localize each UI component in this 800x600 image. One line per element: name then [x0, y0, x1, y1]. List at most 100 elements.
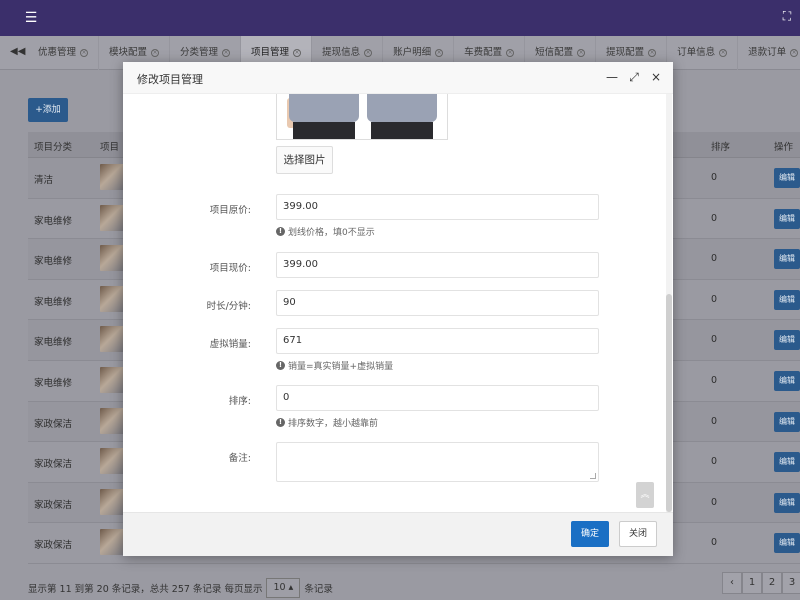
pagination-info-prefix: 显示第 11 到第 20 条记录，总共 257 条记录 每页显示 [28, 584, 263, 595]
virtual-sales-help: ! 销量=真实销量+虚拟销量 [276, 359, 393, 372]
tab-close-icon[interactable]: × [577, 49, 586, 57]
preview-person [287, 94, 359, 139]
edit-button[interactable]: 编辑 [774, 289, 800, 310]
pager-prev[interactable]: ‹ [722, 572, 742, 594]
pager-page-3[interactable]: 3 [782, 572, 800, 594]
modal-title: 修改项目管理 [137, 73, 203, 86]
row-category: 家政保洁 [34, 418, 73, 430]
row-category: 家电维修 [34, 215, 73, 227]
pager-page-2[interactable]: 2 [762, 572, 782, 594]
tab-label: 优惠管理 [38, 47, 77, 58]
column-header-project[interactable]: 项目 [100, 139, 119, 153]
tab-优惠管理[interactable]: 优惠管理 × [28, 36, 100, 70]
edit-button[interactable]: 编辑 [774, 411, 800, 432]
maximize-icon[interactable]: ⤢ [627, 70, 641, 84]
row-sort: 0 [711, 537, 718, 549]
row-category: 清洁 [34, 175, 54, 186]
tab-退款订单[interactable]: 退款订单 × [738, 36, 800, 70]
tab-close-icon[interactable]: × [719, 49, 728, 57]
row-category: 家政保洁 [34, 540, 73, 552]
resize-grip-icon[interactable] [590, 473, 596, 479]
column-header-sort[interactable]: 排序 [711, 139, 730, 153]
project-image-preview [276, 94, 448, 140]
top-navbar: ☰ ⛶ [0, 0, 800, 36]
minimize-icon[interactable]: — [605, 70, 619, 84]
choose-image-button[interactable]: 选择图片 [276, 146, 333, 174]
tab-订单信息[interactable]: 订单信息 × [667, 36, 739, 70]
row-thumbnail [100, 285, 124, 312]
pagination-info: 显示第 11 到第 20 条记录，总共 257 条记录 每页显示 10 ▴ 条记… [28, 578, 333, 598]
row-thumbnail [100, 529, 124, 556]
row-thumbnail [100, 488, 124, 515]
hamburger-icon[interactable]: ☰ [22, 9, 40, 27]
tab-label: 退款订单 [748, 47, 787, 58]
edit-button[interactable]: 编辑 [774, 168, 800, 188]
edit-button[interactable]: 编辑 [774, 249, 800, 270]
remark-textarea[interactable] [276, 442, 599, 482]
row-sort: 0 [711, 456, 718, 468]
sort-help: ! 排序数字，越小越靠前 [276, 416, 378, 429]
close-button[interactable]: 关闭 [619, 521, 657, 547]
row-sort: 0 [711, 374, 718, 386]
tab-close-icon[interactable]: × [506, 49, 515, 57]
column-header-action: 操作 [774, 142, 794, 153]
pagination: ‹ 1 2 3 [722, 572, 800, 594]
row-category: 家电维修 [34, 337, 73, 349]
duration-label: 时长/分钟: [206, 301, 251, 312]
modal-controls: — ⤢ × [605, 70, 663, 84]
pagination-info-suffix: 条记录 [304, 584, 333, 595]
original-price-help-text: 划线价格，填0不显示 [288, 228, 375, 238]
virtual-sales-help-text: 销量=真实销量+虚拟销量 [288, 362, 394, 372]
row-sort: 0 [711, 253, 718, 265]
row-category: 家电维修 [34, 296, 73, 308]
info-icon: ! [276, 418, 285, 427]
pager-page-1[interactable]: 1 [742, 572, 762, 594]
tab-close-icon[interactable]: × [364, 49, 373, 57]
row-thumbnail [100, 164, 124, 190]
edit-button[interactable]: 编辑 [774, 533, 800, 554]
original-price-input[interactable]: 399.00 [276, 194, 599, 220]
info-icon: ! [276, 361, 285, 370]
original-price-help: ! 划线价格，填0不显示 [276, 225, 375, 238]
tab-close-icon[interactable]: × [151, 49, 160, 57]
page-size-select[interactable]: 10 ▴ [266, 578, 301, 598]
edit-button[interactable]: 编辑 [774, 452, 800, 473]
tab-close-icon[interactable]: × [435, 49, 444, 57]
confirm-button[interactable]: 确定 [571, 521, 609, 547]
tab-close-icon[interactable]: × [648, 49, 657, 57]
info-icon: ! [276, 227, 285, 236]
modal-footer: 确定 关闭 [123, 512, 673, 556]
row-sort: 0 [711, 334, 718, 346]
sort-input[interactable]: 0 [276, 385, 599, 411]
current-price-input[interactable]: 399.00 [276, 252, 599, 278]
virtual-sales-label: 虚拟销量: [209, 339, 251, 350]
sort-help-text: 排序数字，越小越靠前 [288, 419, 379, 429]
row-sort: 0 [711, 293, 718, 305]
tab-scroll-left-icon[interactable]: ◀◀ [10, 46, 25, 57]
tab-close-icon[interactable]: × [80, 49, 89, 57]
modal-header: 修改项目管理 — ⤢ × [123, 62, 673, 94]
tab-close-icon[interactable]: × [790, 49, 799, 57]
back-to-top-icon[interactable]: ︽ [636, 482, 654, 508]
edit-button[interactable]: 编辑 [774, 330, 800, 351]
tab-close-icon[interactable]: × [293, 49, 302, 57]
close-icon[interactable]: × [649, 70, 663, 84]
modal-scroll-thumb[interactable] [666, 294, 672, 512]
column-header-category[interactable]: 项目分类 [34, 139, 72, 153]
add-button[interactable]: +添加 [28, 98, 68, 122]
duration-input[interactable]: 90 [276, 290, 599, 316]
row-sort: 0 [711, 212, 718, 224]
edit-project-modal: 修改项目管理 — ⤢ × 选择图片 项目原价: 399.00 ! 划线价格，填0… [123, 62, 673, 556]
original-price-label: 项目原价: [209, 205, 251, 216]
edit-button[interactable]: 编辑 [774, 208, 800, 229]
sort-label: 排序: [228, 396, 251, 407]
tab-label: 订单信息 [677, 47, 716, 58]
modal-scrollbar[interactable] [666, 94, 672, 512]
edit-button[interactable]: 编辑 [774, 492, 800, 513]
fullscreen-icon[interactable]: ⛶ [780, 9, 794, 23]
edit-button[interactable]: 编辑 [774, 370, 800, 391]
tab-close-icon[interactable]: × [222, 49, 231, 57]
remark-label: 备注: [228, 453, 251, 464]
virtual-sales-input[interactable]: 671 [276, 328, 599, 354]
preview-person [367, 94, 437, 139]
